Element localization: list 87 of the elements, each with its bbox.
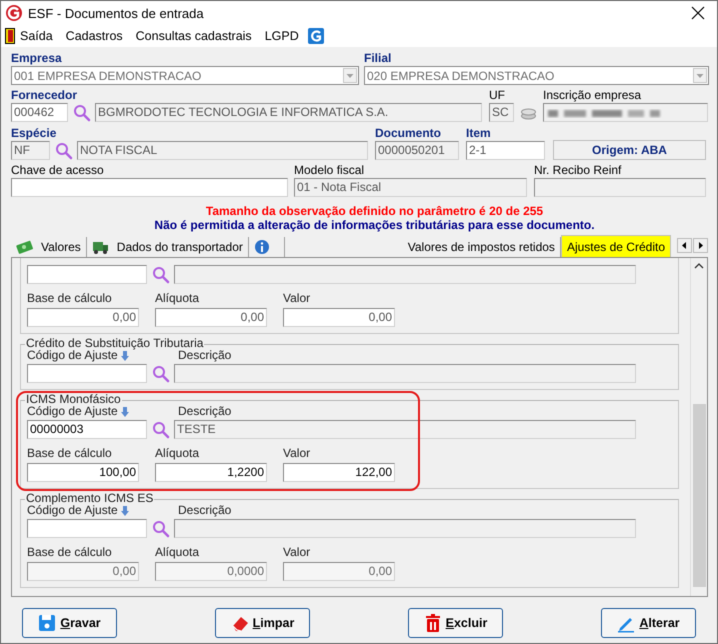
input-field[interactable] [11,178,288,197]
menu-item[interactable]: Saída [20,29,53,43]
input-field[interactable]: 1,2200 [155,463,267,482]
input-field[interactable] [27,265,147,284]
down-arrow-icon [120,350,129,360]
field-label: Documento [375,126,442,141]
field-label: Alíquota [155,545,200,560]
input-field[interactable]: 00000003 [27,420,147,439]
input-field: NF [11,141,50,160]
field-label: Item [466,126,492,141]
menu-item[interactable]: Cadastros [66,29,123,43]
input-field: NOTA FISCAL [77,141,368,160]
exit-door-icon [5,28,15,44]
app-logo-icon [5,4,23,22]
group-title: Complemento ICMS ES [25,491,154,505]
app-logo-icon[interactable] [308,28,324,44]
field-label: Fornecedor [11,88,78,103]
search-icon[interactable] [152,364,170,382]
down-arrow-icon [120,506,129,516]
field-label: Espécie [11,126,58,141]
field-label: Filial [364,51,392,66]
field-label: Base de cálculo [27,545,113,560]
trash-can-icon [424,614,442,632]
scrollbar[interactable] [690,258,707,596]
input-field: TESTE [174,420,636,439]
coins-icon[interactable] [520,106,537,120]
input-field: SC [489,103,514,122]
input-field[interactable]: 122,00 [283,463,395,482]
window-title: ESF - Documentos de entrada [28,6,205,20]
input-field[interactable]: 100,00 [27,463,139,482]
field-label: Nr. Recibo Reinf [534,163,622,178]
input-field[interactable]: 0,00 [155,308,267,327]
message-text: Tamanho da observação definido no parâmetro é 20 de 255 [206,204,544,218]
input-field: BGMRODOTEC TECNOLOGIA E INFORMATICA S.A. [95,103,482,122]
scroll-left-icon[interactable] [677,238,692,253]
truck-icon [92,239,109,255]
input-field[interactable]: 0,00 [27,308,139,327]
input-field[interactable]: 000462 [11,103,68,122]
field-label: Descrição [178,348,232,363]
field-label: Alíquota [155,291,200,306]
field-label: Descrição [178,503,232,518]
search-icon[interactable] [152,266,170,284]
info-icon [254,239,271,255]
group-title: Crédito de Substituição Tributaria [25,336,204,350]
button[interactable]: Alterar [601,608,696,638]
input-field: 0000050201 [375,141,459,160]
menu-item[interactable]: LGPD [264,29,299,43]
field-label: Código de Ajuste [27,348,118,363]
input-field: 0,00 [27,562,139,581]
input-field[interactable]: 0,00 [283,308,395,327]
button[interactable]: Gravar [22,608,117,638]
scrollbar-thumb[interactable] [692,404,706,587]
input-field: 0,0000 [155,562,267,581]
input-field[interactable] [27,364,147,383]
field-label: Chave de acesso [11,163,105,178]
origin-label: Origem: ABA [553,140,706,160]
search-icon[interactable] [73,104,91,122]
field-label: Modelo fiscal [294,163,366,178]
field-label: Código de Ajuste [27,503,118,518]
field-label: Valor [283,446,312,461]
field-label: Valor [283,291,312,306]
money-icon [16,239,33,255]
menu-item[interactable]: Consultas cadastrais [136,29,252,43]
field-label: Código de Ajuste [27,404,118,419]
dropdown[interactable]: 020 EMPRESA DEMONSTRACAO [364,66,709,85]
field-label: Alíquota [155,446,200,461]
message-text: Não é permitida a alteração de informações tributárias para esse documento. [154,218,595,232]
field-label: Base de cálculo [27,446,113,461]
button[interactable]: Excluir [408,608,503,638]
search-icon[interactable] [152,420,170,438]
input-field: 01 - Nota Fiscal [294,178,527,197]
button[interactable]: Limpar [215,608,310,638]
tab[interactable]: Ajustes de Crédito [560,235,671,257]
input-field[interactable]: 2-1 [466,141,545,160]
field-label: UF [489,88,506,103]
search-icon[interactable] [55,142,73,160]
close-icon[interactable] [691,6,705,20]
scroll-right-icon[interactable] [693,238,708,253]
field-label: Base de cálculo [27,291,113,306]
field-label: Descrição [178,404,232,419]
field-label: Empresa [11,51,63,66]
down-arrow-icon [120,406,129,416]
dropdown[interactable]: 001 EMPRESA DEMONSTRACAO [11,66,359,85]
input-field: 0,00 [283,562,395,581]
group-title: ICMS Monofásico [25,392,122,406]
field-label: Valor [283,545,312,560]
field-label: Inscrição empresa [543,88,642,103]
